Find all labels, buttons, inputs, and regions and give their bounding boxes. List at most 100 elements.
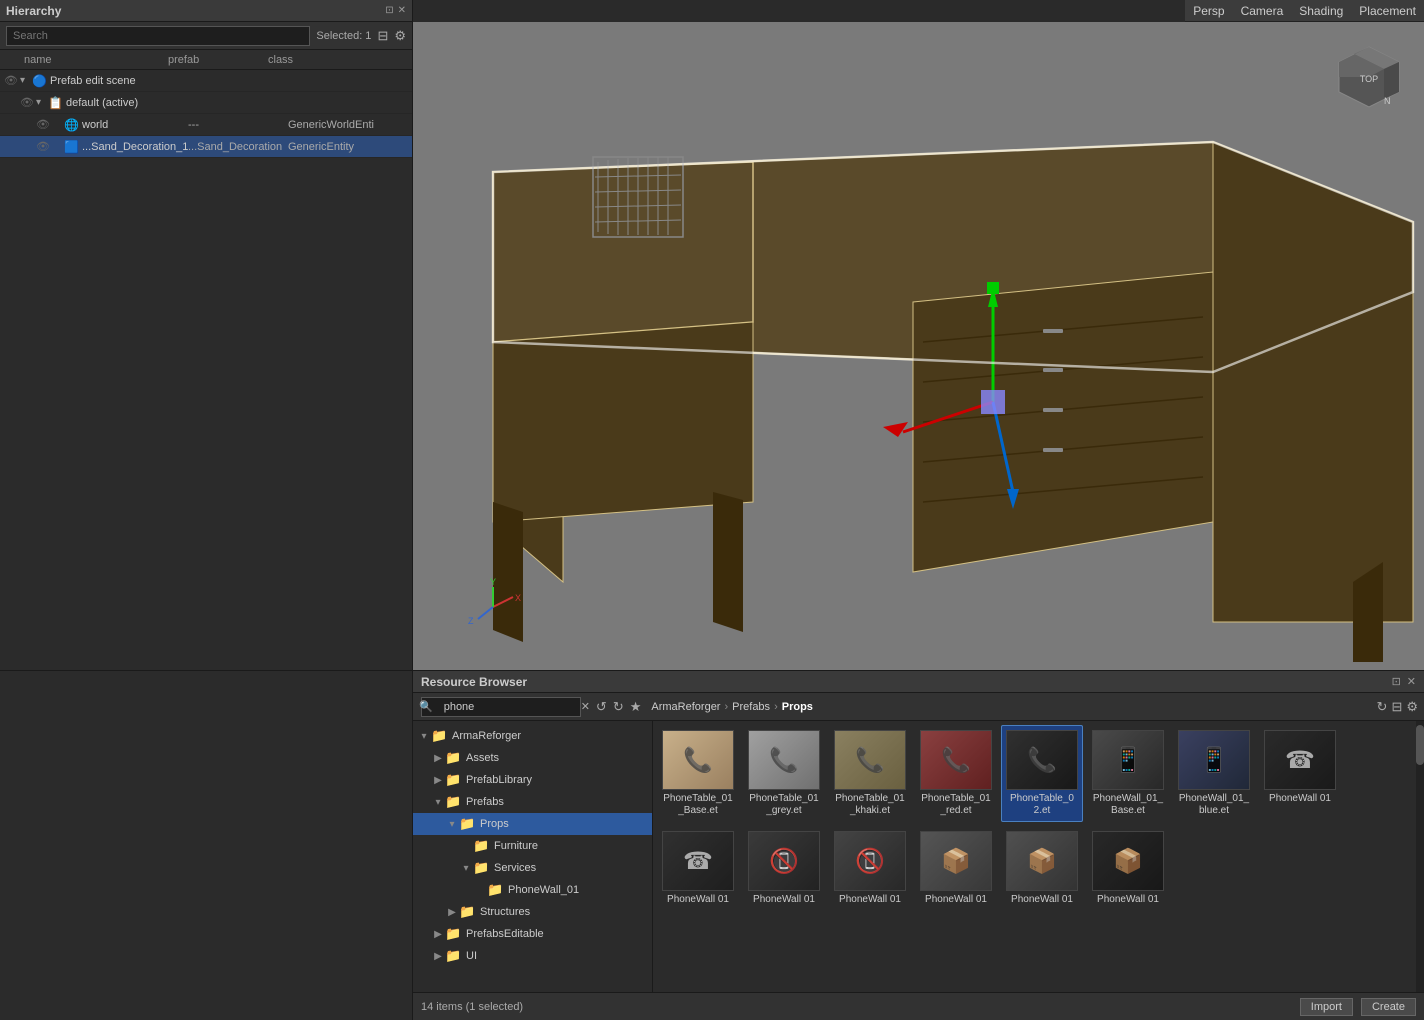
item-type-icon: 🔵 (32, 74, 50, 88)
tree-item-label: PhoneWall_01 (508, 884, 579, 896)
rb-asset-grid: 📞 PhoneTable_01_Base.et 📞 PhoneTable_01_… (653, 721, 1424, 915)
asset-item-a1[interactable]: 📞 PhoneTable_01_Base.et (657, 725, 739, 822)
rb-tree-item-t10[interactable]: ▶ 📁 PrefabsEditable (413, 923, 652, 945)
hierarchy-filter-btn[interactable]: ⊟ (377, 28, 388, 44)
folder-icon: 📁 (445, 948, 463, 964)
asset-item-a4[interactable]: 📞 PhoneTable_01_red.et (915, 725, 997, 822)
asset-thumb-icon: 📞 (683, 746, 713, 775)
rb-settings-btn[interactable]: ⚙ (1406, 699, 1418, 715)
rb-clear-btn[interactable]: ✕ (581, 700, 590, 713)
hierarchy-settings-btn[interactable]: ⚙ (394, 28, 406, 44)
rb-star-btn[interactable]: ★ (630, 699, 642, 715)
expand-arrow[interactable]: ▾ (20, 75, 32, 86)
tree-arrow: ▾ (459, 863, 473, 874)
rb-actions: ↻ ⊟ ⚙ (1377, 699, 1418, 715)
rb-close-btn[interactable]: ✕ (1407, 675, 1416, 688)
tree-item-label: Prefabs (466, 796, 504, 808)
hierarchy-columns: name prefab class (0, 50, 412, 70)
tree-arrow: ▶ (431, 775, 445, 786)
rb-import-button[interactable]: Import (1300, 998, 1353, 1016)
rb-create-button[interactable]: Create (1361, 998, 1416, 1016)
rb-toolbar: 🔍 ✕ ↺ ↻ ★ ArmaReforger › Prefabs › Props… (413, 693, 1424, 721)
rb-tree-item-t6[interactable]: 📁 Furniture (413, 835, 652, 857)
hierarchy-search-input[interactable] (6, 26, 310, 46)
asset-item-a14[interactable]: 📦 PhoneWall 01 (1087, 826, 1169, 911)
rb-scrollbar-track[interactable] (1416, 721, 1424, 992)
viewport-axis: X Y Z (463, 577, 523, 640)
hierarchy-row[interactable]: 👁 🌐 world --- GenericWorldEnti (0, 114, 412, 136)
tree-item-label: Furniture (494, 840, 538, 852)
item-class: GenericEntity (288, 141, 408, 153)
asset-item-a13[interactable]: 📦 PhoneWall 01 (1001, 826, 1083, 911)
asset-item-a6[interactable]: 📱 PhoneWall_01_Base.et (1087, 725, 1169, 822)
asset-item-a7[interactable]: 📱 PhoneWall_01_blue.et (1173, 725, 1255, 822)
rb-search-input[interactable] (421, 697, 581, 717)
asset-item-a9[interactable]: ☎ PhoneWall 01 (657, 826, 739, 911)
asset-item-a2[interactable]: 📞 PhoneTable_01_grey.et (743, 725, 825, 822)
menu-camera[interactable]: Camera (1241, 4, 1284, 18)
hierarchy-row[interactable]: 👁 🟦 ...Sand_Decoration_1 ...Sand_Decorat… (0, 136, 412, 158)
tree-arrow: ▾ (417, 731, 431, 742)
visibility-icon[interactable]: 👁 (36, 140, 52, 153)
rb-back-btn[interactable]: ↺ (596, 699, 607, 715)
tree-item-label: Structures (480, 906, 530, 918)
breadcrumb-prefabs[interactable]: Prefabs (732, 701, 770, 713)
folder-icon: 📁 (487, 882, 505, 898)
rb-content: ▾ 📁 ArmaReforger ▶ 📁 Assets ▶ 📁 PrefabLi… (413, 721, 1424, 992)
asset-item-a12[interactable]: 📦 PhoneWall 01 (915, 826, 997, 911)
asset-item-a5[interactable]: 📞 PhoneTable_02.et (1001, 725, 1083, 822)
rb-tree-item-t7[interactable]: ▾ 📁 Services (413, 857, 652, 879)
asset-item-a3[interactable]: 📞 PhoneTable_01_khaki.et (829, 725, 911, 822)
hierarchy-icon2[interactable]: ✕ (398, 5, 406, 16)
asset-item-a8[interactable]: ☎ PhoneWall 01 (1259, 725, 1341, 822)
asset-name: PhoneWall 01 (1011, 894, 1073, 906)
viewport-gizmo[interactable]: TOP N (1334, 42, 1394, 102)
asset-item-a10[interactable]: 📵 PhoneWall 01 (743, 826, 825, 911)
svg-text:Z: Z (468, 616, 474, 626)
rb-tree-item-t3[interactable]: ▶ 📁 PrefabLibrary (413, 769, 652, 791)
asset-thumb-icon: 📞 (855, 746, 885, 775)
viewport-scene (413, 22, 1424, 670)
viewport[interactable]: TOP N X Y Z (413, 22, 1424, 670)
folder-icon: 📁 (473, 860, 491, 876)
hierarchy-icon1[interactable]: ⊡ (385, 5, 393, 16)
asset-thumb-icon: 📦 (1027, 847, 1057, 876)
visibility-icon[interactable]: 👁 (4, 74, 20, 87)
col-header-class: class (268, 54, 388, 66)
menu-persp[interactable]: Persp (1193, 4, 1224, 18)
item-class: GenericWorldEnti (288, 119, 408, 131)
asset-thumbnail: 📞 (662, 730, 734, 790)
breadcrumb-props[interactable]: Props (782, 701, 813, 713)
hierarchy-row[interactable]: 👁 ▾ 🔵 Prefab edit scene (0, 70, 412, 92)
folder-icon: 📁 (473, 838, 491, 854)
breadcrumb-sep1: › (724, 701, 728, 713)
rb-tree-item-t1[interactable]: ▾ 📁 ArmaReforger (413, 725, 652, 747)
rb-minimize-btn[interactable]: ⊡ (1392, 675, 1401, 688)
rb-tree-item-t4[interactable]: ▾ 📁 Prefabs (413, 791, 652, 813)
asset-item-a11[interactable]: 📵 PhoneWall 01 (829, 826, 911, 911)
rb-tree-item-t5[interactable]: ▾ 📁 Props (413, 813, 652, 835)
item-name: world (82, 119, 188, 131)
rb-title: Resource Browser (421, 675, 1392, 689)
breadcrumb-armareforger[interactable]: ArmaReforger (651, 701, 720, 713)
menu-placement[interactable]: Placement (1359, 4, 1416, 18)
tree-item-label: Props (480, 818, 509, 830)
rb-scrollbar-thumb[interactable] (1416, 725, 1424, 765)
item-prefab: ...Sand_Decoration (188, 141, 288, 153)
asset-thumbnail: 📱 (1178, 730, 1250, 790)
tree-arrow: ▶ (431, 753, 445, 764)
rb-refresh-btn[interactable]: ↻ (1377, 699, 1388, 715)
rb-tree-item-t2[interactable]: ▶ 📁 Assets (413, 747, 652, 769)
rb-forward-btn[interactable]: ↻ (613, 699, 624, 715)
rb-tree-item-t9[interactable]: ▶ 📁 Structures (413, 901, 652, 923)
expand-arrow[interactable]: ▾ (36, 97, 48, 108)
visibility-icon[interactable]: 👁 (20, 96, 36, 109)
rb-filter-btn[interactable]: ⊟ (1391, 699, 1402, 715)
hierarchy-row[interactable]: 👁 ▾ 📋 default (active) (0, 92, 412, 114)
menu-shading[interactable]: Shading (1299, 4, 1343, 18)
asset-thumb-icon: 📱 (1113, 746, 1143, 775)
rb-tree-item-t11[interactable]: ▶ 📁 UI (413, 945, 652, 967)
visibility-icon[interactable]: 👁 (36, 118, 52, 131)
rb-tree-item-t8[interactable]: 📁 PhoneWall_01 (413, 879, 652, 901)
item-name: ...Sand_Decoration_1 (82, 141, 188, 153)
